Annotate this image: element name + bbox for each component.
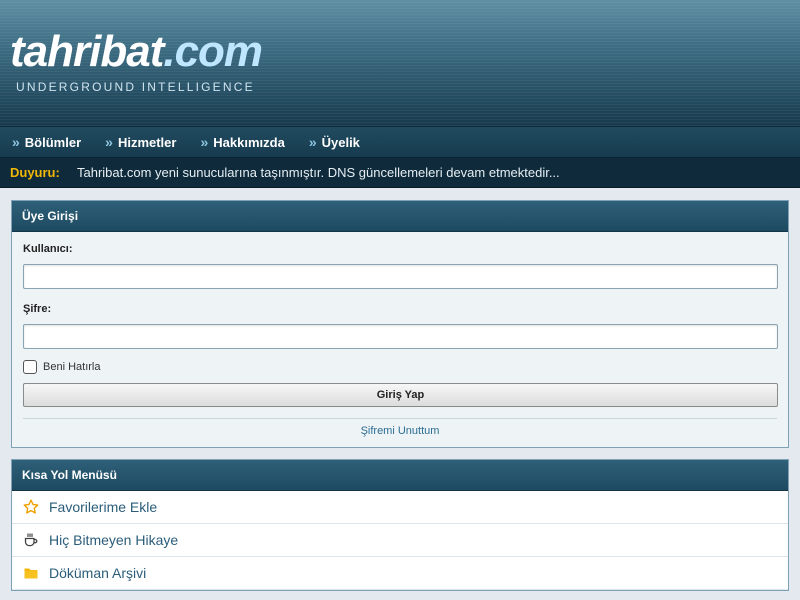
nav-item-label: Bölümler bbox=[24, 134, 82, 150]
shortcut-menu-title: Kısa Yol Menüsü bbox=[12, 460, 788, 491]
nav-item-uyelik[interactable]: » Üyelik bbox=[309, 134, 360, 150]
nav-item-hizmetler[interactable]: » Hizmetler bbox=[105, 134, 176, 150]
login-button[interactable]: Giriş Yap bbox=[23, 383, 778, 407]
password-field[interactable] bbox=[23, 324, 778, 349]
star-icon bbox=[23, 499, 39, 515]
site-tagline: UNDERGROUND INTELLIGENCE bbox=[16, 80, 255, 94]
shortcut-item-endless-story[interactable]: Hiç Bitmeyen Hikaye bbox=[12, 524, 788, 557]
password-label: Şifre: bbox=[23, 303, 52, 315]
announcement-bar: Duyuru: Tahribat.com yeni sunucularına t… bbox=[0, 158, 800, 188]
logo-main-text: tahribat bbox=[10, 27, 164, 76]
shortcut-item-label: Favorilerime Ekle bbox=[49, 499, 158, 515]
divider bbox=[23, 418, 777, 419]
nav-item-hakkimizda[interactable]: » Hakkımızda bbox=[200, 134, 284, 150]
login-panel-title: Üye Girişi bbox=[12, 201, 788, 232]
shortcut-item-document-archive[interactable]: Döküman Arşivi bbox=[12, 557, 788, 590]
forgot-password-link[interactable]: Şifremi Unuttum bbox=[23, 425, 777, 437]
shortcut-menu-panel: Kısa Yol Menüsü Favorilerime Ekle Hiç Bi… bbox=[11, 459, 789, 591]
coffee-cup-icon bbox=[23, 532, 39, 548]
shortcut-item-favorites[interactable]: Favorilerime Ekle bbox=[12, 491, 788, 524]
announcement-text[interactable]: Tahribat.com yeni sunucularına taşınmışt… bbox=[77, 165, 560, 180]
double-chevron-right-icon: » bbox=[200, 134, 208, 150]
nav-item-label: Üyelik bbox=[321, 134, 360, 150]
shortcut-item-label: Döküman Arşivi bbox=[49, 565, 147, 581]
double-chevron-right-icon: » bbox=[12, 134, 20, 150]
nav-item-label: Hizmetler bbox=[117, 134, 177, 150]
double-chevron-right-icon: » bbox=[308, 134, 317, 150]
announcement-label: Duyuru: bbox=[10, 165, 60, 180]
double-chevron-right-icon: » bbox=[105, 134, 113, 150]
username-field[interactable] bbox=[23, 264, 778, 289]
remember-me-row[interactable]: Beni Hatırla bbox=[23, 360, 777, 374]
folder-icon bbox=[23, 565, 39, 581]
login-panel: Üye Girişi Kullanıcı: Şifre: Beni Hatırl… bbox=[11, 200, 789, 448]
shortcut-item-label: Hiç Bitmeyen Hikaye bbox=[49, 532, 179, 548]
nav-item-label: Hakkımızda bbox=[213, 134, 285, 150]
username-label: Kullanıcı: bbox=[23, 243, 73, 255]
remember-me-checkbox[interactable] bbox=[23, 360, 37, 374]
remember-me-label: Beni Hatırla bbox=[43, 361, 101, 373]
site-logo[interactable]: tahribat.com bbox=[10, 27, 263, 76]
logo-tld-text: .com bbox=[163, 27, 263, 76]
nav-item-bolumler[interactable]: » Bölümler bbox=[12, 134, 81, 150]
site-header: tahribat.com UNDERGROUND INTELLIGENCE bbox=[0, 0, 800, 127]
main-nav: » Bölümler » Hizmetler » Hakkımızda » Üy… bbox=[0, 127, 800, 158]
